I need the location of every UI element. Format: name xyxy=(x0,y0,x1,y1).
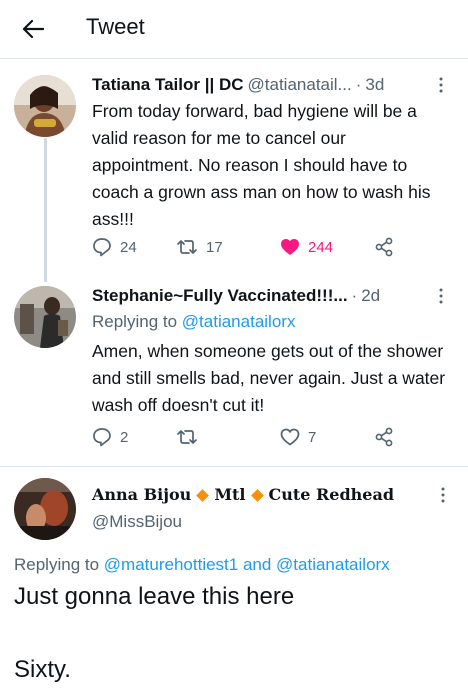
author-name-part[interactable]: Cute Redhead xyxy=(269,485,395,504)
mention-link[interactable]: @tatianatailorx xyxy=(182,312,296,331)
avatar[interactable] xyxy=(14,478,76,540)
retweet-button[interactable]: 17 xyxy=(176,238,280,256)
header-divider xyxy=(0,58,468,59)
replying-to: Replying to @tatianatailorx xyxy=(92,310,448,334)
timestamp[interactable]: 2d xyxy=(361,285,380,307)
diamond-icon xyxy=(250,488,264,502)
avatar[interactable] xyxy=(14,286,76,348)
focused-tweet-header: Anna Bijou Mtl Cute Redhead xyxy=(92,484,394,506)
diamond-icon xyxy=(196,488,210,502)
author-name[interactable]: Tatiana Tailor || DC xyxy=(92,74,244,96)
tweet-header: Tatiana Tailor || DC @tatianatail... · 3… xyxy=(92,74,448,96)
share-button[interactable] xyxy=(374,237,394,257)
tweet-header: Stephanie~Fully Vaccinated!!!... · 2d xyxy=(92,285,448,307)
share-icon xyxy=(375,237,393,257)
more-options-icon[interactable] xyxy=(438,288,452,304)
tweet-actions: 2 7 xyxy=(92,427,408,447)
avatar[interactable] xyxy=(14,75,76,137)
author-name-part[interactable]: Mtl xyxy=(214,485,245,504)
like-button[interactable]: 7 xyxy=(280,428,374,446)
share-button[interactable] xyxy=(374,427,394,447)
share-icon xyxy=(375,427,393,447)
replying-to: Replying to @maturehottiest1 and @tatian… xyxy=(14,555,390,575)
retweet-button[interactable] xyxy=(176,428,280,446)
reply-button[interactable]: 2 xyxy=(92,427,176,447)
tweet-actions: 24 17 244 xyxy=(92,237,408,257)
reply-icon xyxy=(93,428,111,447)
reply-count: 2 xyxy=(120,428,129,446)
like-button[interactable]: 244 xyxy=(280,238,374,256)
reply-button[interactable]: 24 xyxy=(92,237,176,257)
tweet-divider xyxy=(0,466,468,467)
mention-links[interactable]: @maturehottiest1 and @tatianatailorx xyxy=(104,555,390,574)
author-name-part[interactable]: Anna Bijou xyxy=(92,485,191,504)
timestamp[interactable]: 3d xyxy=(365,74,384,96)
page-title: Tweet xyxy=(86,14,145,39)
heart-icon xyxy=(280,428,300,446)
heart-filled-icon xyxy=(281,239,299,255)
tweet-reply[interactable]: Stephanie~Fully Vaccinated!!!... · 2d Re… xyxy=(92,285,448,419)
author-handle[interactable]: @tatianatail... xyxy=(248,74,352,96)
focused-tweet-text-2: Sixty. xyxy=(14,656,71,683)
like-count: 244 xyxy=(308,238,334,256)
back-arrow-icon[interactable] xyxy=(20,17,46,41)
retweet-icon xyxy=(177,430,197,444)
reply-count: 24 xyxy=(120,238,137,256)
separator-dot: · xyxy=(355,75,362,94)
retweet-count: 17 xyxy=(206,238,223,256)
tweet-main[interactable]: Tatiana Tailor || DC @tatianatail... · 3… xyxy=(92,74,448,233)
author-name[interactable]: Stephanie~Fully Vaccinated!!!... xyxy=(92,285,348,307)
tweet-text: Amen, when someone gets out of the showe… xyxy=(92,341,446,415)
replying-label: Replying to xyxy=(14,555,100,574)
more-options-icon[interactable] xyxy=(438,77,452,93)
tweet-text: From today forward, bad hygiene will be … xyxy=(92,101,431,229)
author-handle[interactable]: @MissBijou xyxy=(92,512,182,532)
focused-tweet-text: Just gonna leave this here xyxy=(14,583,295,610)
retweet-icon xyxy=(177,240,197,254)
reply-icon xyxy=(93,238,111,257)
like-count: 7 xyxy=(308,428,317,446)
top-bar: Tweet xyxy=(0,0,468,58)
more-options-icon[interactable] xyxy=(440,487,454,503)
separator-dot: · xyxy=(351,286,358,305)
replying-label: Replying to xyxy=(92,312,178,331)
thread-line xyxy=(44,138,47,282)
